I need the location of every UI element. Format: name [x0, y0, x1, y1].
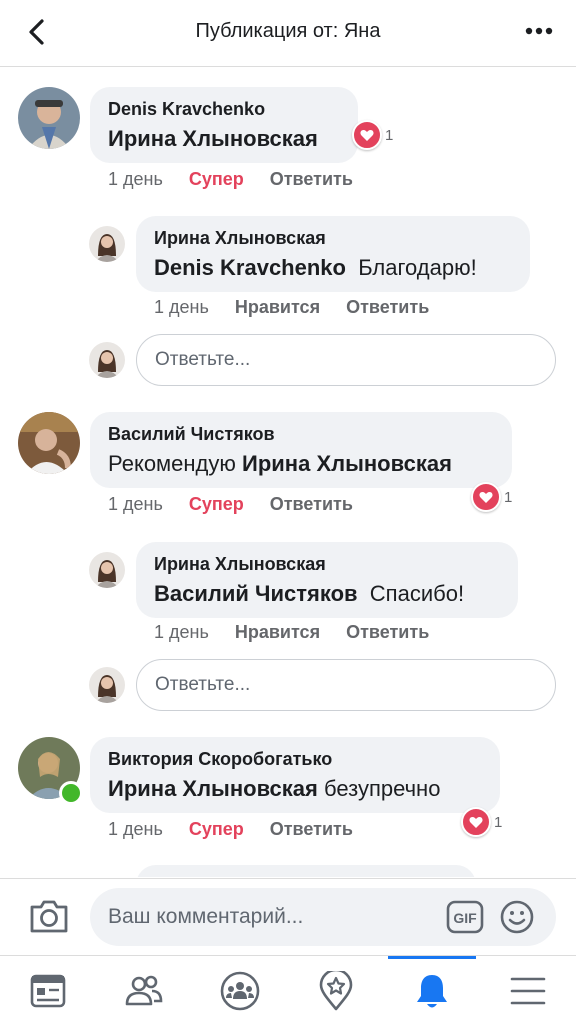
notifications-icon: [417, 974, 447, 1007]
reply-button[interactable]: Ответить: [270, 169, 353, 189]
avatar: [89, 667, 125, 703]
reaction-badge[interactable]: 1: [461, 807, 503, 837]
mention-link[interactable]: Ирина Хлыновская: [242, 451, 452, 476]
more-horizontal-icon[interactable]: [524, 22, 554, 40]
reply-bubble[interactable]: Ирина Хлыновская Василий Чистяков Спасиб…: [136, 542, 518, 618]
news-feed-icon: [30, 974, 66, 1007]
comment-text: Ирина Хлыновская безупречно: [108, 774, 482, 804]
reaction-count: 1: [504, 488, 513, 506]
reaction-button[interactable]: Супер: [189, 494, 244, 514]
comment-time: 1 день: [108, 819, 163, 839]
reply-body: Спасибо!: [369, 581, 465, 606]
tab-news-feed[interactable]: [0, 956, 96, 1025]
avatar[interactable]: [18, 87, 80, 149]
heart-icon: [471, 482, 501, 512]
friends-icon: [125, 975, 163, 1005]
tab-friends[interactable]: [96, 956, 192, 1025]
reply-author[interactable]: Ирина Хлыновская: [154, 553, 500, 575]
comment-text: Ирина Хлыновская: [108, 124, 340, 154]
like-button[interactable]: Нравится: [235, 297, 320, 317]
reaction-badge[interactable]: 1: [352, 120, 394, 150]
reply-button[interactable]: Ответить: [346, 297, 429, 317]
reply-button[interactable]: Ответить: [270, 494, 353, 514]
comment-time: 1 день: [108, 494, 163, 514]
reaction-badge[interactable]: 1: [471, 482, 513, 512]
reply-input[interactable]: Ответьте...: [136, 659, 556, 711]
tab-groups[interactable]: [192, 956, 288, 1025]
next-reply-bubble: [136, 865, 476, 877]
gif-icon[interactable]: GIF: [446, 900, 484, 934]
reply-meta: 1 день Нравится Ответить: [154, 622, 455, 643]
reply-bubble[interactable]: Ирина Хлыновская Denis Kravchenko Благод…: [136, 216, 530, 292]
comment-author[interactable]: Виктория Скоробогатько: [108, 748, 482, 770]
mention-link[interactable]: Василий Чистяков: [154, 581, 358, 606]
reply-button[interactable]: Ответить: [270, 819, 353, 839]
menu-icon: [510, 977, 546, 1004]
comment-body: безупречно: [324, 776, 441, 801]
comment-meta: 1 день Супер Ответить: [108, 169, 379, 190]
reply-input[interactable]: Ответьте...: [136, 334, 556, 386]
heart-icon: [461, 807, 491, 837]
avatar: [89, 342, 125, 378]
mention-link[interactable]: Ирина Хлыновская: [108, 126, 318, 151]
reply-time: 1 день: [154, 622, 209, 642]
comment-text: Рекомендую Ирина Хлыновская: [108, 449, 494, 479]
online-status-dot: [59, 781, 83, 805]
like-button[interactable]: Нравится: [235, 622, 320, 642]
reply-button[interactable]: Ответить: [346, 622, 429, 642]
comment-time: 1 день: [108, 169, 163, 189]
comment-author[interactable]: Denis Kravchenko: [108, 98, 340, 120]
reply-text: Василий Чистяков Спасибо!: [154, 579, 500, 609]
comments-feed[interactable]: Denis Kravchenko Ирина Хлыновская 1 1 де…: [0, 67, 576, 877]
comment-composer: Ваш комментарий... GIF: [0, 878, 576, 955]
comment-author[interactable]: Василий Чистяков: [108, 423, 494, 445]
reaction-count: 1: [494, 813, 503, 831]
smile-icon[interactable]: [500, 900, 534, 934]
groups-icon: [220, 971, 260, 1010]
avatar[interactable]: [18, 412, 80, 474]
gif-label: GIF: [453, 910, 477, 926]
comment-bubble[interactable]: Василий Чистяков Рекомендую Ирина Хлынов…: [90, 412, 512, 488]
comment-body: Рекомендую: [108, 451, 236, 476]
comment-meta: 1 день Супер Ответить: [108, 494, 379, 515]
tab-pages[interactable]: [288, 956, 384, 1025]
avatar[interactable]: [89, 552, 125, 588]
reply-meta: 1 день Нравится Ответить: [154, 297, 455, 318]
pages-icon: [319, 970, 353, 1010]
reaction-button[interactable]: Супер: [189, 169, 244, 189]
mention-link[interactable]: Denis Kravchenko: [154, 255, 346, 280]
reaction-count: 1: [385, 126, 394, 144]
tab-notifications[interactable]: [384, 956, 480, 1025]
reply-body: Благодарю!: [358, 255, 477, 280]
camera-icon[interactable]: [28, 897, 70, 935]
comment-input[interactable]: Ваш комментарий... GIF: [90, 888, 556, 946]
bottom-tab-bar: [0, 955, 576, 1025]
comment-bubble[interactable]: Виктория Скоробогатько Ирина Хлыновская …: [90, 737, 500, 813]
reply-author[interactable]: Ирина Хлыновская: [154, 227, 512, 249]
heart-icon: [352, 120, 382, 150]
comment-input-placeholder: Ваш комментарий...: [108, 905, 304, 928]
page-title: Публикация от: Яна: [195, 20, 381, 42]
mention-link[interactable]: Ирина Хлыновская: [108, 776, 318, 801]
top-bar: Публикация от: Яна: [0, 0, 576, 67]
comment-meta: 1 день Супер Ответить: [108, 819, 379, 840]
avatar[interactable]: [89, 226, 125, 262]
reply-time: 1 день: [154, 297, 209, 317]
comment-bubble[interactable]: Denis Kravchenko Ирина Хлыновская: [90, 87, 358, 163]
reaction-button[interactable]: Супер: [189, 819, 244, 839]
reply-text: Denis Kravchenko Благодарю!: [154, 253, 512, 283]
tab-menu[interactable]: [480, 956, 576, 1025]
